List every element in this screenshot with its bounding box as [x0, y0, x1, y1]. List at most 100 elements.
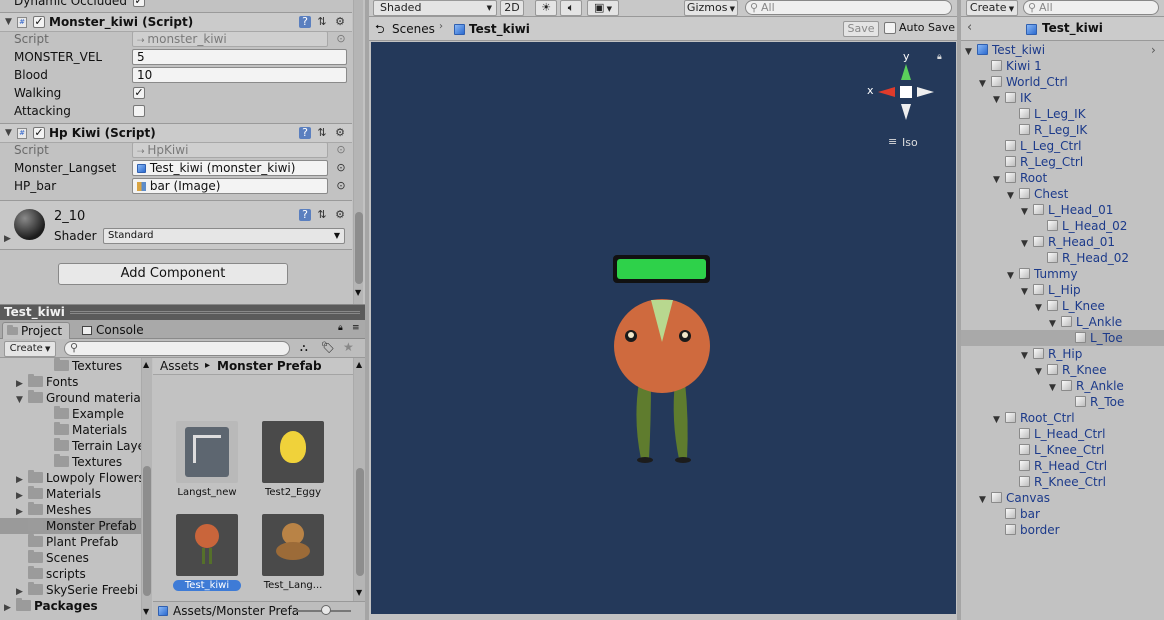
folder-tree-item[interactable]: Textures	[0, 454, 141, 470]
settings-gear-icon[interactable]: ⚙	[334, 209, 346, 221]
folder-tree-item[interactable]: ▼ Ground material	[0, 390, 144, 406]
breadcrumb-monster-prefab[interactable]: Monster Prefab	[217, 358, 322, 374]
hierarchy-item[interactable]: ▼ R_Ankle	[961, 378, 1164, 394]
monster-vel-input[interactable]: 5	[132, 49, 347, 65]
hierarchy-item[interactable]: L_Head_02	[961, 218, 1164, 234]
scenes-breadcrumb[interactable]: Scenes	[392, 22, 435, 36]
hp-kiwi-component-header[interactable]: ▼ # ✓ Hp Kiwi (Script) ? ⇅ ⚙	[0, 123, 352, 143]
object-picker-icon[interactable]: ⊙	[335, 180, 347, 192]
back-arrow-icon[interactable]: ⮌	[375, 20, 385, 41]
hierarchy-item[interactable]: L_Head_Ctrl	[961, 426, 1164, 442]
help-book-icon[interactable]: ?	[299, 209, 311, 221]
2d-toggle[interactable]: 2D	[500, 0, 524, 16]
settings-gear-icon[interactable]: ⚙	[334, 16, 346, 28]
folder-tree-item[interactable]: Materials	[0, 422, 141, 438]
collapse-arrow-icon[interactable]: ▼	[5, 17, 12, 27]
hierarchy-item[interactable]: R_Leg_IK	[961, 122, 1164, 138]
hierarchy-item[interactable]: R_Head_02	[961, 250, 1164, 266]
hierarchy-item[interactable]: L_Knee_Ctrl	[961, 442, 1164, 458]
preview-bar[interactable]: Test_kiwi	[0, 304, 365, 320]
asset-grid-scrollbar[interactable]: ▲ ▼	[353, 358, 365, 601]
object-picker-icon[interactable]: ⊙	[335, 33, 347, 45]
project-search-input[interactable]: ⚲	[64, 341, 290, 356]
expand-chevron-icon[interactable]: ›	[1151, 43, 1156, 57]
hierarchy-item[interactable]: ▼ IK	[961, 90, 1164, 106]
back-arrow-icon[interactable]: ‹	[967, 20, 972, 35]
gizmo-lock-icon[interactable]: 🔒︎	[937, 52, 942, 62]
hierarchy-item[interactable]: ▼ Test_kiwi	[961, 42, 1164, 58]
hierarchy-item[interactable]: ▼ Chest	[961, 186, 1164, 202]
scroll-down-arrow-icon[interactable]: ▼	[355, 288, 361, 297]
tab-project[interactable]: Project	[2, 322, 70, 339]
asset-item[interactable]: Test_Lang...	[259, 514, 327, 591]
preset-sliders-icon[interactable]: ⇅	[316, 16, 328, 28]
hierarchy-create-dropdown[interactable]: Create ▼	[966, 0, 1018, 16]
hierarchy-item[interactable]: bar	[961, 506, 1164, 522]
slider-handle[interactable]	[321, 605, 331, 615]
blood-input[interactable]: 10	[132, 67, 347, 83]
hierarchy-item[interactable]: Kiwi 1	[961, 58, 1164, 74]
effects-dropdown[interactable]: ▣ ▼	[587, 0, 619, 16]
hierarchy-search-input[interactable]: ⚲ All	[1023, 0, 1159, 15]
search-by-label-icon[interactable]: 🏷︎	[321, 341, 335, 354]
hierarchy-item[interactable]: R_Toe	[961, 394, 1164, 410]
inspector-scroll-thumb[interactable]	[355, 212, 363, 284]
hierarchy-item[interactable]: ▼ L_Knee	[961, 298, 1164, 314]
folder-tree-item[interactable]: Scenes	[0, 550, 141, 566]
hierarchy-item[interactable]: ▼ R_Head_01	[961, 234, 1164, 250]
hierarchy-item[interactable]: ▼ L_Head_01	[961, 202, 1164, 218]
gizmos-dropdown[interactable]: Gizmos ▼	[684, 0, 738, 16]
asset-item[interactable]: Test2_Eggy	[259, 421, 327, 498]
asset-grid-scroll-thumb[interactable]	[356, 468, 364, 576]
asset-item[interactable]: Langst_new	[173, 421, 241, 498]
object-picker-icon[interactable]: ⊙	[335, 144, 347, 156]
monster-langset-field[interactable]: Test_kiwi (monster_kiwi)	[132, 160, 328, 176]
add-component-button[interactable]: Add Component	[58, 263, 288, 285]
folder-tree-item[interactable]: ▶ SkySerie Freebi	[0, 582, 141, 598]
hierarchy-item[interactable]: ▼ R_Hip	[961, 346, 1164, 362]
scroll-down-arrow-icon[interactable]: ▼	[143, 607, 149, 616]
inspector-scrollbar[interactable]: ▼	[353, 0, 363, 304]
hierarchy-item[interactable]: ▼ Canvas	[961, 490, 1164, 506]
hierarchy-item[interactable]: L_Leg_Ctrl	[961, 138, 1164, 154]
breadcrumb-assets[interactable]: Assets	[160, 358, 199, 374]
hierarchy-item[interactable]: ▼ Root	[961, 170, 1164, 186]
hp-bar-field[interactable]: bar (Image)	[132, 178, 328, 194]
expand-arrow-icon[interactable]: ▶	[4, 234, 11, 244]
expand-toggle-icon[interactable]: ▶	[4, 600, 16, 616]
monster-kiwi-enabled-checkbox[interactable]: ✓	[33, 16, 45, 28]
scroll-up-arrow-icon[interactable]: ▲	[356, 360, 362, 369]
save-button[interactable]: Save	[843, 21, 879, 37]
folder-tree-item[interactable]: ▶ Materials	[0, 486, 141, 502]
preset-sliders-icon[interactable]: ⇅	[316, 209, 328, 221]
favorites-star-icon[interactable]: ★	[343, 340, 354, 354]
attacking-checkbox[interactable]	[133, 105, 145, 117]
audio-toggle[interactable]: 🔈︎	[560, 0, 582, 16]
folder-tree-item[interactable]: Textures	[0, 358, 141, 374]
lighting-toggle[interactable]: ☀	[535, 0, 557, 16]
folder-tree-item[interactable]: scripts	[0, 566, 141, 582]
shader-dropdown[interactable]: Standard ▼	[103, 228, 345, 244]
help-book-icon[interactable]: ?	[299, 127, 311, 139]
hierarchy-item[interactable]: ▼ World_Ctrl	[961, 74, 1164, 90]
hp-kiwi-enabled-checkbox[interactable]: ✓	[33, 127, 45, 139]
search-by-type-icon[interactable]: ⛬	[300, 341, 308, 355]
hierarchy-item[interactable]: ▼ Tummy	[961, 266, 1164, 282]
preset-sliders-icon[interactable]: ⇅	[316, 127, 328, 139]
settings-gear-icon[interactable]: ⚙	[334, 127, 346, 139]
object-picker-icon[interactable]: ⊙	[335, 162, 347, 174]
iso-menu-icon[interactable]: ≡	[888, 135, 897, 148]
panel-menu-icon[interactable]: ≡	[352, 323, 360, 333]
thumbnail-size-slider[interactable]	[297, 605, 351, 615]
create-dropdown[interactable]: Create ▼	[4, 341, 56, 357]
folder-tree-scrollbar[interactable]: ▲ ▼	[141, 358, 152, 620]
monster-kiwi-component-header[interactable]: ▼ # ✓ Monster_kiwi (Script) ? ⇅ ⚙	[0, 12, 352, 32]
hierarchy-item[interactable]: L_Toe	[961, 330, 1164, 346]
tab-console[interactable]: Console	[78, 323, 148, 339]
lock-icon[interactable]: 🔒︎	[338, 323, 343, 333]
folder-tree-item[interactable]: ▶ Meshes	[0, 502, 141, 518]
hierarchy-item[interactable]: ▼ R_Knee	[961, 362, 1164, 378]
folder-tree-item[interactable]: ▶ Packages	[0, 598, 141, 614]
hierarchy-item[interactable]: border	[961, 522, 1164, 538]
collapse-arrow-icon[interactable]: ▼	[5, 128, 12, 138]
